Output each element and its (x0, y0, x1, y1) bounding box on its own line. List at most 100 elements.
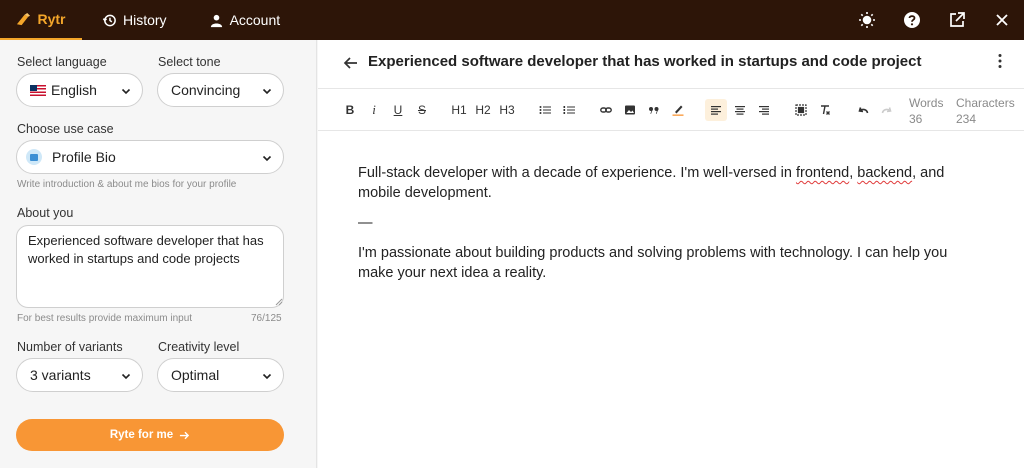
chevron-down-icon (262, 155, 272, 162)
resize-grip-icon[interactable] (275, 298, 283, 306)
words-value: 36 (909, 112, 923, 126)
tab-rytr[interactable]: Rytr (0, 0, 82, 40)
user-icon (210, 14, 222, 27)
align-right-button[interactable] (756, 99, 772, 121)
document-header: Experienced software developer that has … (318, 40, 1024, 86)
variants-label: Number of variants (17, 340, 123, 354)
words-label: Words (909, 96, 944, 110)
link-icon (600, 107, 612, 113)
sun-icon (858, 12, 875, 28)
top-bar: Rytr History Account (0, 0, 1024, 40)
align-center-icon (735, 106, 745, 115)
briefcase-icon (26, 149, 42, 165)
embed-button[interactable] (793, 99, 809, 121)
bullet-list-button[interactable] (537, 99, 553, 121)
chevron-down-icon (121, 373, 131, 380)
chevron-down-icon (262, 373, 272, 380)
help-button[interactable] (889, 0, 934, 40)
usecase-value: Profile Bio (52, 149, 116, 165)
clear-format-icon (821, 105, 830, 115)
close-icon (995, 14, 1008, 26)
redo-icon (881, 107, 892, 114)
settings-panel: Select language English Select tone Conv… (0, 40, 317, 468)
numbered-list-icon (563, 106, 575, 114)
rytr-logo-icon (17, 12, 31, 25)
creativity-select[interactable]: Optimal (157, 358, 284, 392)
underline-button[interactable]: U (390, 99, 406, 121)
about-char-count: 76/125 (251, 313, 282, 324)
embed-icon (795, 104, 807, 116)
highlighter-icon (672, 105, 684, 116)
strikethrough-button[interactable]: S (414, 99, 430, 121)
misspelled-word: backend (857, 165, 913, 181)
heading2-button[interactable]: H2 (474, 99, 492, 121)
top-actions (844, 0, 1024, 40)
character-count: Characters 234 (956, 95, 1015, 127)
close-button[interactable] (979, 0, 1024, 40)
about-hint: For best results provide maximum input (17, 313, 193, 324)
creativity-value: Optimal (171, 367, 220, 383)
ryte-button-label: Ryte for me (109, 429, 174, 441)
history-icon (102, 14, 116, 26)
tab-account[interactable]: Account (209, 0, 281, 40)
characters-label: Characters (956, 96, 1015, 110)
help-icon (903, 12, 920, 28)
about-input[interactable]: Experienced software developer that has … (16, 225, 284, 308)
chevron-down-icon (262, 88, 272, 95)
align-left-button[interactable] (705, 99, 727, 121)
formatting-toolbar: B i U S H1 H2 H3 Words 36 Characters 234 (318, 88, 1024, 131)
italic-button[interactable]: i (366, 99, 382, 121)
quote-button[interactable] (646, 99, 662, 121)
numbered-list-button[interactable] (561, 99, 577, 121)
align-right-icon (759, 106, 769, 115)
redo-button[interactable] (879, 99, 895, 121)
highlight-button[interactable] (670, 99, 686, 121)
align-center-button[interactable] (732, 99, 748, 121)
tone-label: Select tone (158, 55, 221, 69)
external-link-icon (949, 12, 965, 27)
tab-history-label: History (123, 12, 167, 28)
paragraph-1: Full-stack developer with a decade of ex… (358, 163, 978, 203)
image-button[interactable] (622, 99, 638, 121)
heading3-button[interactable]: H3 (498, 99, 516, 121)
divider-line: — (358, 215, 373, 231)
quote-icon (649, 107, 659, 114)
heading1-button[interactable]: H1 (450, 99, 468, 121)
editor-content[interactable]: Full-stack developer with a decade of ex… (358, 163, 978, 293)
tone-value: Convincing (171, 82, 241, 98)
chevron-down-icon (121, 88, 131, 95)
language-value: English (51, 82, 97, 98)
back-arrow-icon[interactable] (343, 55, 359, 71)
image-icon (625, 105, 635, 115)
arrow-right-icon (180, 431, 190, 439)
language-label: Select language (17, 55, 107, 69)
ryte-button[interactable]: Ryte for me (16, 419, 284, 451)
theme-toggle-button[interactable] (844, 0, 889, 40)
align-left-icon (711, 106, 721, 115)
link-button[interactable] (598, 99, 614, 121)
tone-select[interactable]: Convincing (157, 73, 284, 107)
word-count: Words 36 (909, 95, 943, 127)
tab-rytr-label: Rytr (37, 11, 66, 27)
document-title[interactable]: Experienced software developer that has … (368, 53, 921, 70)
usecase-select[interactable]: Profile Bio (16, 140, 284, 174)
tab-account-label: Account (229, 12, 281, 28)
more-options-icon[interactable] (994, 52, 1006, 70)
variants-select[interactable]: 3 variants (16, 358, 143, 392)
language-select[interactable]: English (16, 73, 143, 107)
paragraph-1-text: Full-stack developer with a decade of ex… (358, 165, 796, 181)
clear-format-button[interactable] (817, 99, 833, 121)
undo-icon (858, 107, 869, 114)
usecase-label: Choose use case (17, 122, 114, 136)
variants-value: 3 variants (30, 367, 91, 383)
creativity-label: Creativity level (158, 340, 240, 354)
editor-panel: Experienced software developer that has … (318, 40, 1024, 468)
open-external-button[interactable] (934, 0, 979, 40)
paragraph-2: I'm passionate about building products a… (358, 245, 948, 281)
bold-button[interactable]: B (342, 99, 358, 121)
usecase-hint: Write introduction & about me bios for y… (17, 179, 237, 190)
characters-value: 234 (956, 112, 977, 126)
undo-button[interactable] (855, 99, 871, 121)
tab-history[interactable]: History (102, 0, 167, 40)
misspelled-word: frontend (795, 165, 850, 181)
